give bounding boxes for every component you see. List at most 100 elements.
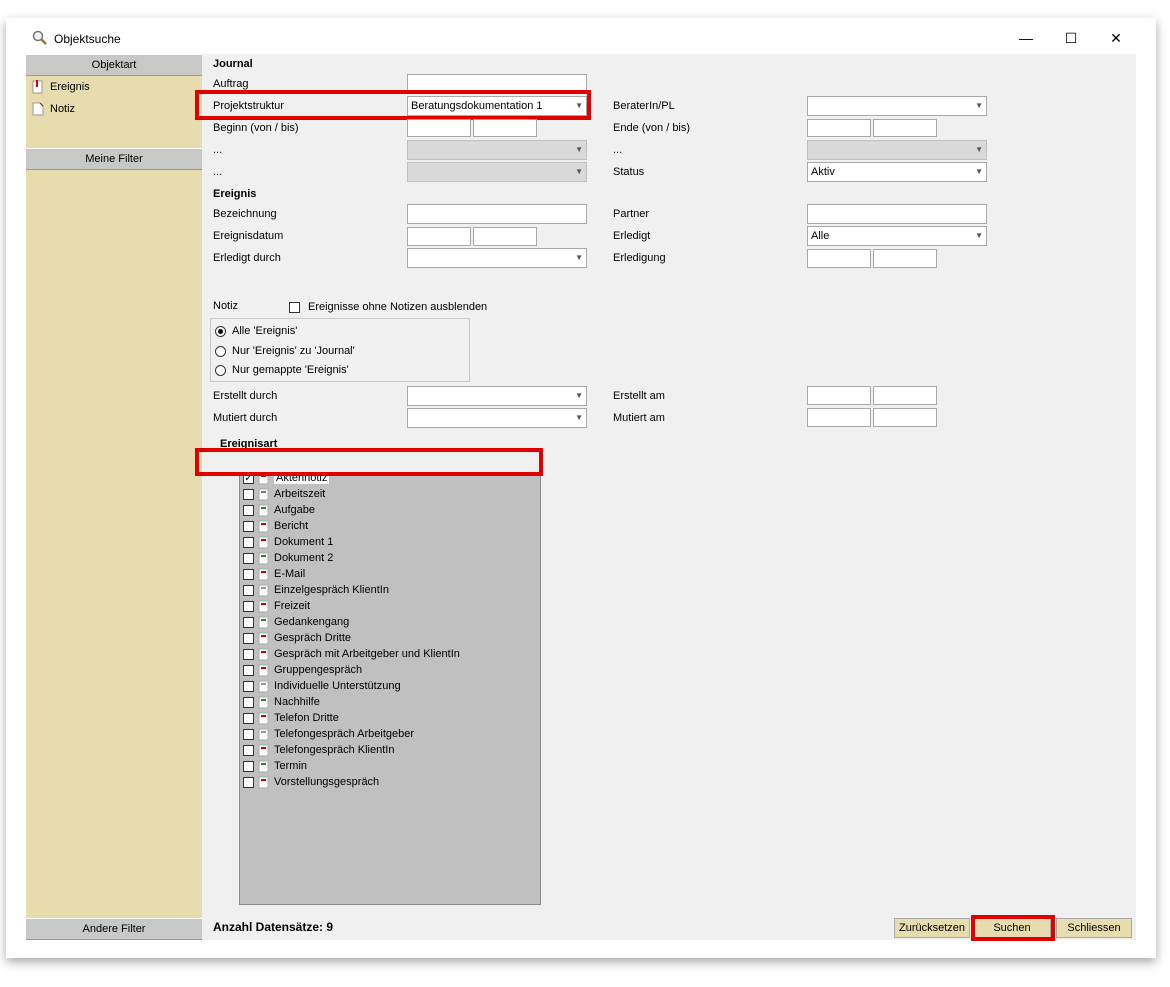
radio-label: Alle 'Ereignis' (232, 325, 298, 337)
disabled-dropdown-1: ▼ (407, 140, 587, 160)
radio-nur-journal[interactable]: Nur 'Ereignis' zu 'Journal' (215, 345, 355, 357)
reset-button[interactable]: Zurücksetzen (894, 918, 970, 938)
list-item-checkbox[interactable] (243, 552, 254, 564)
meine-filter-header[interactable]: Meine Filter (26, 148, 202, 170)
list-item[interactable]: Nachhilfe (243, 694, 320, 710)
berater-dropdown[interactable]: ▼ (807, 96, 987, 116)
event-icon (32, 80, 44, 94)
sidebar-item-notiz[interactable]: Notiz (32, 100, 75, 118)
list-item-checkbox[interactable] (243, 488, 254, 500)
list-item[interactable]: Dokument 2 (243, 550, 333, 566)
ereignisdatum-from-field[interactable] (407, 227, 471, 246)
list-item[interactable]: Gespräch Dritte (243, 630, 351, 646)
list-item-checkbox[interactable] (243, 712, 254, 724)
list-item[interactable]: Bericht (243, 518, 308, 534)
list-item[interactable]: Vorstellungsgespräch (243, 774, 379, 790)
list-item[interactable]: Gruppengespräch (243, 662, 362, 678)
beginn-to-field[interactable] (473, 119, 537, 137)
list-item-checkbox[interactable] (243, 616, 254, 628)
hide-without-notes-checkbox[interactable] (289, 302, 300, 313)
objektart-header[interactable]: Objektart (26, 54, 202, 76)
erledigung-to-field[interactable] (873, 249, 937, 268)
list-item-checkbox[interactable] (243, 536, 254, 548)
erstellt-am-label: Erstellt am (613, 390, 665, 402)
search-form: Journal Auftrag Projektstruktur Beratung… (195, 54, 1136, 941)
event-type-icon (258, 584, 270, 597)
event-type-icon (258, 696, 270, 709)
list-item[interactable]: Gedankengang (243, 614, 349, 630)
status-label: Status (613, 166, 645, 178)
search-app-icon (32, 30, 48, 46)
minimize-button[interactable]: — (1006, 26, 1046, 50)
ende-label: Ende (von / bis) (613, 122, 691, 134)
sidebar-item-ereignis[interactable]: Ereignis (32, 78, 90, 96)
list-item[interactable]: Termin (243, 758, 307, 774)
list-item[interactable]: Telefon Dritte (243, 710, 339, 726)
list-item[interactable]: Einzelgespräch KlientIn (243, 582, 389, 598)
event-type-icon (258, 632, 270, 645)
list-item-label: Einzelgespräch KlientIn (274, 584, 389, 596)
radio-unselected (215, 345, 226, 357)
list-item[interactable]: Freizeit (243, 598, 310, 614)
maximize-button[interactable]: ☐ (1051, 26, 1091, 50)
radio-alle-ereignis[interactable]: Alle 'Ereignis' (215, 325, 297, 337)
chevron-down-icon: ▼ (975, 231, 983, 240)
chevron-down-icon: ▼ (575, 145, 583, 154)
list-item-checkbox[interactable] (243, 600, 254, 612)
status-value: Aktiv (811, 166, 835, 178)
list-item-label: Telefongespräch KlientIn (274, 744, 395, 756)
list-item[interactable]: Aufgabe (243, 502, 315, 518)
event-type-icon (258, 552, 270, 565)
bezeichnung-field[interactable] (407, 204, 587, 224)
erstellt-am-from-field[interactable] (807, 386, 871, 405)
list-item-checkbox[interactable] (243, 728, 254, 740)
list-item-label: Telefongespräch Arbeitgeber (274, 728, 415, 740)
erledigung-from-field[interactable] (807, 249, 871, 268)
ende-to-field[interactable] (873, 119, 937, 137)
list-item-checkbox[interactable] (243, 696, 254, 708)
highlight-projektstruktur (195, 90, 591, 120)
list-item-checkbox[interactable] (243, 664, 254, 676)
list-item-checkbox[interactable] (243, 776, 254, 788)
berater-label: BeraterIn/PL (613, 100, 675, 112)
sidebar: Objektart Ereignis Notiz Meine Filter An… (26, 54, 202, 940)
list-item-checkbox[interactable] (243, 760, 254, 772)
list-item[interactable]: E-Mail (243, 566, 305, 582)
list-item[interactable]: Arbeitszeit (243, 486, 325, 502)
list-item-checkbox[interactable] (243, 632, 254, 644)
list-item-checkbox[interactable] (243, 648, 254, 660)
beginn-from-field[interactable] (407, 119, 471, 137)
erstellt-durch-dropdown[interactable]: ▼ (407, 386, 587, 406)
close-button[interactable]: ✕ (1096, 26, 1136, 50)
list-item[interactable]: Telefongespräch Arbeitgeber (243, 726, 414, 742)
list-item-checkbox[interactable] (243, 680, 254, 692)
erstellt-am-to-field[interactable] (873, 386, 937, 405)
radio-unselected (215, 364, 226, 376)
ende-from-field[interactable] (807, 119, 871, 137)
list-item-checkbox[interactable] (243, 744, 254, 756)
list-item[interactable]: Individuelle Unterstützung (243, 678, 401, 694)
mutiert-am-from-field[interactable] (807, 408, 871, 427)
list-item-checkbox[interactable] (243, 568, 254, 580)
event-type-icon (258, 728, 270, 741)
ereignisdatum-to-field[interactable] (473, 227, 537, 246)
radio-nur-gemappte[interactable]: Nur gemappte 'Ereignis' (215, 364, 349, 376)
mutiert-am-to-field[interactable] (873, 408, 937, 427)
list-item-label: Nachhilfe (274, 696, 320, 708)
status-dropdown[interactable]: Aktiv ▼ (807, 162, 987, 182)
list-item[interactable]: Gespräch mit Arbeitgeber und KlientIn (243, 646, 460, 662)
list-item-checkbox[interactable] (243, 504, 254, 516)
andere-filter-header[interactable]: Andere Filter (26, 918, 202, 940)
list-item[interactable]: Telefongespräch KlientIn (243, 742, 394, 758)
mutiert-durch-dropdown[interactable]: ▼ (407, 408, 587, 428)
chevron-down-icon: ▼ (575, 391, 583, 400)
erledigt-durch-dropdown[interactable]: ▼ (407, 248, 587, 268)
partner-field[interactable] (807, 204, 987, 224)
list-item-checkbox[interactable] (243, 520, 254, 532)
dots-label-1: ... (213, 144, 223, 156)
chevron-down-icon: ▼ (975, 167, 983, 176)
close-dialog-button[interactable]: Schliessen (1056, 918, 1132, 938)
erledigt-dropdown[interactable]: Alle ▼ (807, 226, 987, 246)
list-item-checkbox[interactable] (243, 584, 254, 596)
list-item[interactable]: Dokument 1 (243, 534, 333, 550)
